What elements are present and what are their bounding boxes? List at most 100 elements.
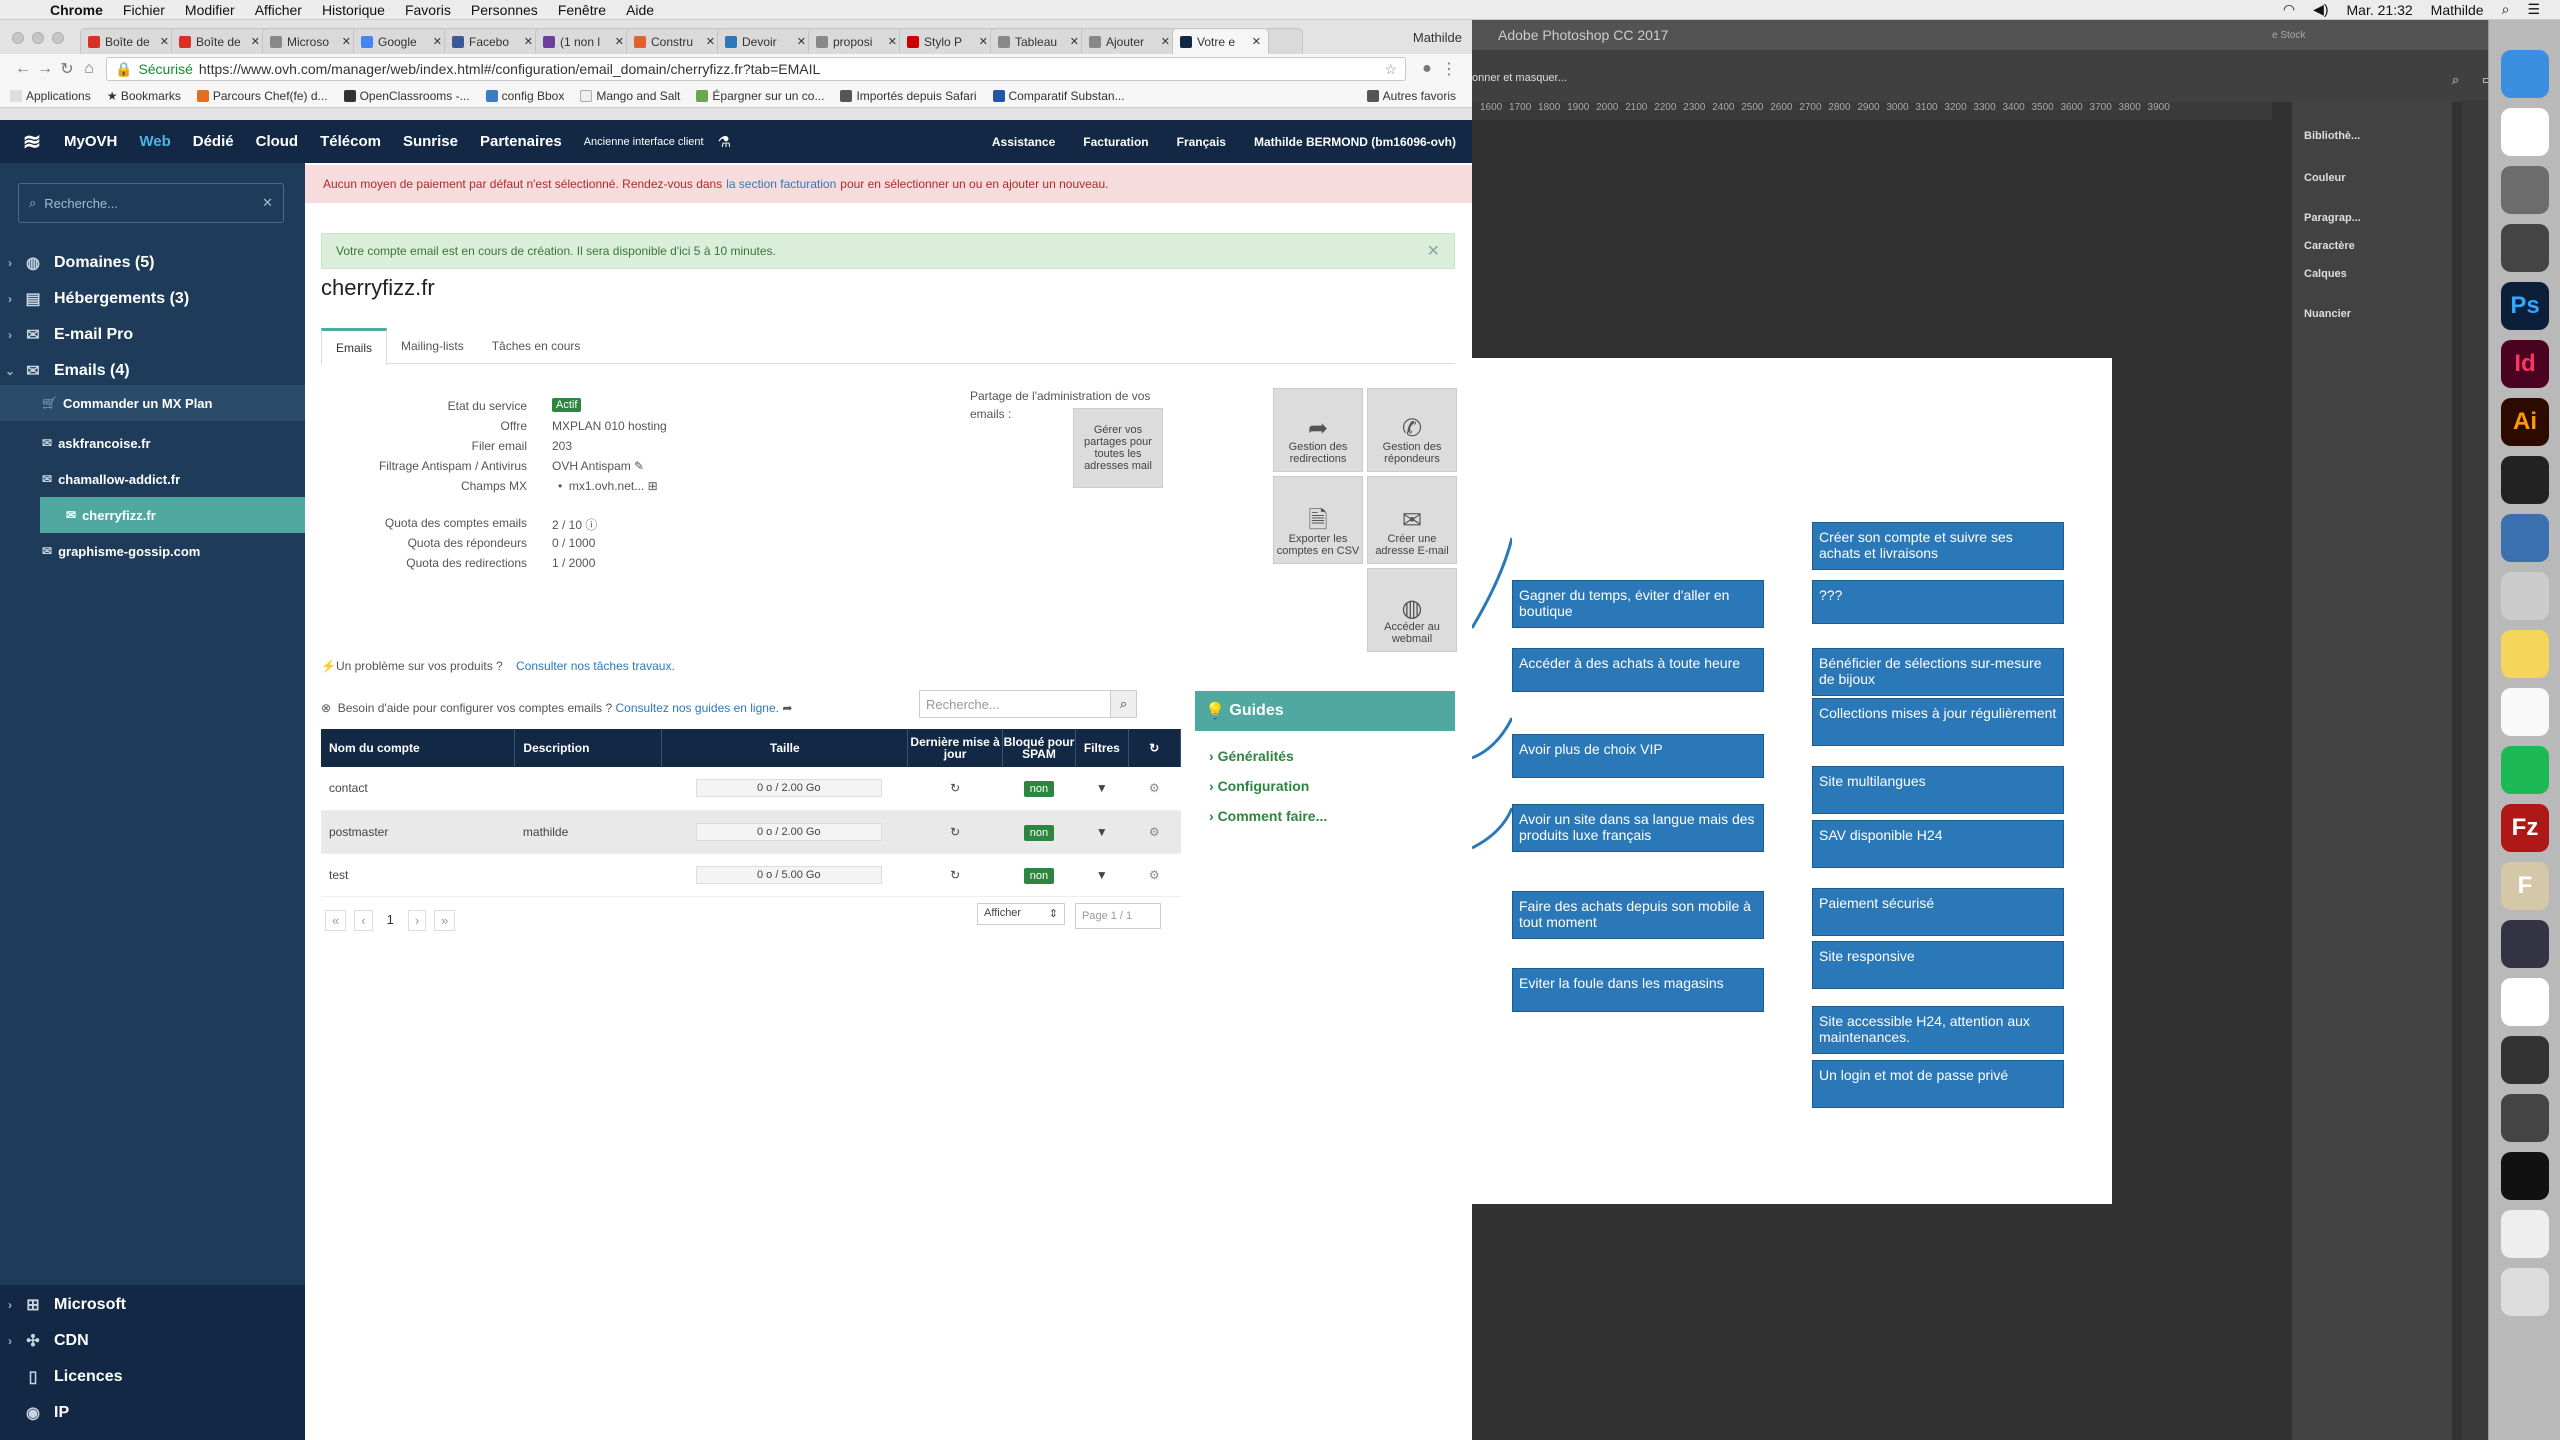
guides-link[interactable]: Consultez nos guides en ligne.	[616, 701, 779, 715]
sidebar-item-cdn[interactable]: › ✣ CDN	[0, 1323, 305, 1359]
search-icon[interactable]: ⌕	[2452, 72, 2459, 88]
forward-icon[interactable]: →	[34, 60, 56, 78]
spotlight-icon[interactable]: ⌕	[2502, 1, 2510, 18]
mindmap-box[interactable]: Avoir plus de choix VIP	[1512, 734, 1764, 778]
guide-comment-faire[interactable]: › Comment faire...	[1209, 808, 1327, 824]
script-icon[interactable]	[2501, 572, 2549, 620]
mindmap-box[interactable]: Site responsive	[1812, 941, 2064, 989]
menu-aide[interactable]: Aide	[626, 2, 654, 18]
nav-myovh[interactable]: MyOVH	[64, 133, 117, 150]
close-tab-icon[interactable]: ✕	[797, 35, 806, 48]
close-tab-icon[interactable]: ✕	[615, 35, 624, 48]
menu-modifier[interactable]: Modifier	[185, 2, 235, 18]
tasks-link[interactable]: Consulter nos tâches travaux.	[516, 659, 675, 673]
filter-icon[interactable]: ▼	[1075, 767, 1129, 811]
billing-section-link[interactable]: la section facturation	[726, 177, 836, 191]
bookmark-epargner[interactable]: Épargner sur un co...	[696, 89, 824, 103]
bookmark-mango[interactable]: Mango and Salt	[580, 89, 680, 103]
mindmap-box[interactable]: Paiement sécurisé	[1812, 888, 2064, 936]
bookmark-parcours[interactable]: Parcours Chef(fe) d...	[196, 89, 328, 103]
col-header-spam[interactable]: Bloqué pour SPAM	[1002, 729, 1077, 767]
bookmark-openclassrooms[interactable]: OpenClassrooms -...	[343, 89, 470, 103]
filter-icon[interactable]: ▼	[1075, 853, 1129, 897]
dock-app-f[interactable]: F	[2501, 862, 2549, 910]
filter-icon[interactable]: ▼	[1075, 810, 1129, 854]
mindmap-box[interactable]: Site accessible H24, attention aux maint…	[1812, 1006, 2064, 1054]
nav-partenaires[interactable]: Partenaires	[480, 133, 562, 150]
mindmap-box[interactable]: Collections mises à jour régulièrement	[1812, 698, 2064, 746]
old-interface-link[interactable]: Ancienne interface client	[584, 136, 704, 148]
menu-fichier[interactable]: Fichier	[123, 2, 165, 18]
dock-app-fz[interactable]: Fz	[2501, 804, 2549, 852]
tab-taches[interactable]: Tâches en cours	[478, 328, 595, 364]
sidebar-item-microsoft[interactable]: › ⊞ Microsoft	[0, 1287, 305, 1323]
bookmark-comparatif[interactable]: Comparatif Substan...	[992, 89, 1125, 103]
nav-telecom[interactable]: Télécom	[320, 133, 381, 150]
sidebar-order-mx-plan[interactable]: 🛒 Commander un MX Plan	[0, 385, 305, 421]
browser-tab[interactable]: Constru ✕	[626, 28, 723, 54]
hide-panels-label[interactable]: onner et masquer...	[1472, 72, 1567, 84]
sync-icon[interactable]: ↻	[907, 853, 1003, 897]
sidebar-item-email-pro[interactable]: › ✉ E-mail Pro	[0, 317, 305, 353]
redirections-tile[interactable]: ➦ Gestion des redirections	[1273, 388, 1363, 472]
mindmap-box[interactable]: Site multilangues	[1812, 766, 2064, 814]
spotify-icon[interactable]	[2501, 746, 2549, 794]
minimize-window-button[interactable]	[32, 32, 44, 44]
volume-icon[interactable]: ◀)	[2313, 1, 2328, 18]
browser-tab[interactable]: Votre e ✕	[1172, 28, 1269, 54]
bookmark-other-favorites[interactable]: Autres favoris	[1366, 89, 1456, 103]
bookmark-star-icon[interactable]: ☆	[1384, 61, 1397, 78]
close-tab-icon[interactable]: ✕	[706, 35, 715, 48]
clear-search-icon[interactable]: ✕	[262, 195, 273, 211]
panel-caractere[interactable]: Caractère	[2304, 240, 2355, 252]
col-header-filters[interactable]: Filtres	[1075, 729, 1129, 767]
mindmap-box[interactable]: Bénéficier de sélections sur-mesure de b…	[1812, 648, 2064, 696]
last-page-button[interactable]: »	[434, 910, 456, 931]
zoom-window-button[interactable]	[52, 32, 64, 44]
menu-app-chrome[interactable]: Chrome	[50, 2, 103, 18]
nav-assistance[interactable]: Assistance	[992, 135, 1055, 149]
info-circle-icon[interactable]: ⓘ	[585, 518, 597, 532]
mindmap-box[interactable]: SAV disponible H24	[1812, 820, 2064, 868]
manage-shares-tile[interactable]: Gérer vos partages pour toutes les adres…	[1073, 408, 1163, 488]
url-text[interactable]: https://www.ovh.com/manager/web/index.ht…	[199, 61, 820, 77]
mindmap-box[interactable]: Accéder à des achats à toute heure	[1512, 648, 1764, 692]
bookmark-config-bbox[interactable]: config Bbox	[485, 89, 564, 103]
new-tab-button[interactable]	[1263, 28, 1303, 54]
bookmark-applications[interactable]: Applications	[10, 89, 91, 103]
clock-icon[interactable]	[2501, 456, 2549, 504]
music-icon[interactable]	[2501, 688, 2549, 736]
panel-calques[interactable]: Calques	[2304, 268, 2347, 280]
mindmap-box[interactable]: Gagner du temps, éviter d'aller en bouti…	[1512, 580, 1764, 628]
browser-tab[interactable]: Stylo P ✕	[899, 28, 996, 54]
nav-sunrise[interactable]: Sunrise	[403, 133, 458, 150]
acrobat-icon[interactable]	[2501, 1152, 2549, 1200]
menu-historique[interactable]: Historique	[322, 2, 385, 18]
bookmark-bookmarks[interactable]: ★ Bookmarks	[107, 89, 181, 103]
close-tab-icon[interactable]: ✕	[524, 35, 533, 48]
menu-fenetre[interactable]: Fenêtre	[558, 2, 606, 18]
calculator-icon[interactable]	[2501, 166, 2549, 214]
nav-account-user[interactable]: Mathilde BERMOND (bm16096-ovh)	[1254, 135, 1456, 149]
rocket-icon[interactable]	[2501, 920, 2549, 968]
notes-icon[interactable]	[2501, 630, 2549, 678]
close-tab-icon[interactable]: ✕	[342, 35, 351, 48]
first-page-button[interactable]: «	[325, 910, 347, 931]
guide-generalites[interactable]: › Généralités	[1209, 748, 1294, 764]
gear-icon[interactable]: ⚙	[1128, 853, 1181, 897]
sidebar-domain-chamallow[interactable]: ✉ chamallow-addict.fr	[0, 461, 305, 497]
close-tab-icon[interactable]: ✕	[433, 35, 442, 48]
browser-tab[interactable]: Microso ✕	[262, 28, 359, 54]
menubar-clock[interactable]: Mar. 21:32	[2347, 2, 2413, 18]
sync-icon[interactable]: ↻	[907, 767, 1003, 811]
search-icon[interactable]: ⌕	[1110, 691, 1136, 717]
nav-dedie[interactable]: Dédié	[193, 133, 234, 150]
prev-page-button[interactable]: ‹	[354, 910, 373, 931]
extension-icon[interactable]: ●	[1416, 60, 1438, 78]
panel-paragraphe[interactable]: Paragrap...	[2304, 212, 2361, 224]
browser-tab[interactable]: Facebo ✕	[444, 28, 541, 54]
close-tab-icon[interactable]: ✕	[1161, 35, 1170, 48]
address-bar[interactable]: 🔒 Sécurisé https://www.ovh.com/manager/w…	[106, 57, 1406, 81]
dock-app-id[interactable]: Id	[2501, 340, 2549, 388]
home-icon[interactable]: ⌂	[78, 60, 100, 78]
